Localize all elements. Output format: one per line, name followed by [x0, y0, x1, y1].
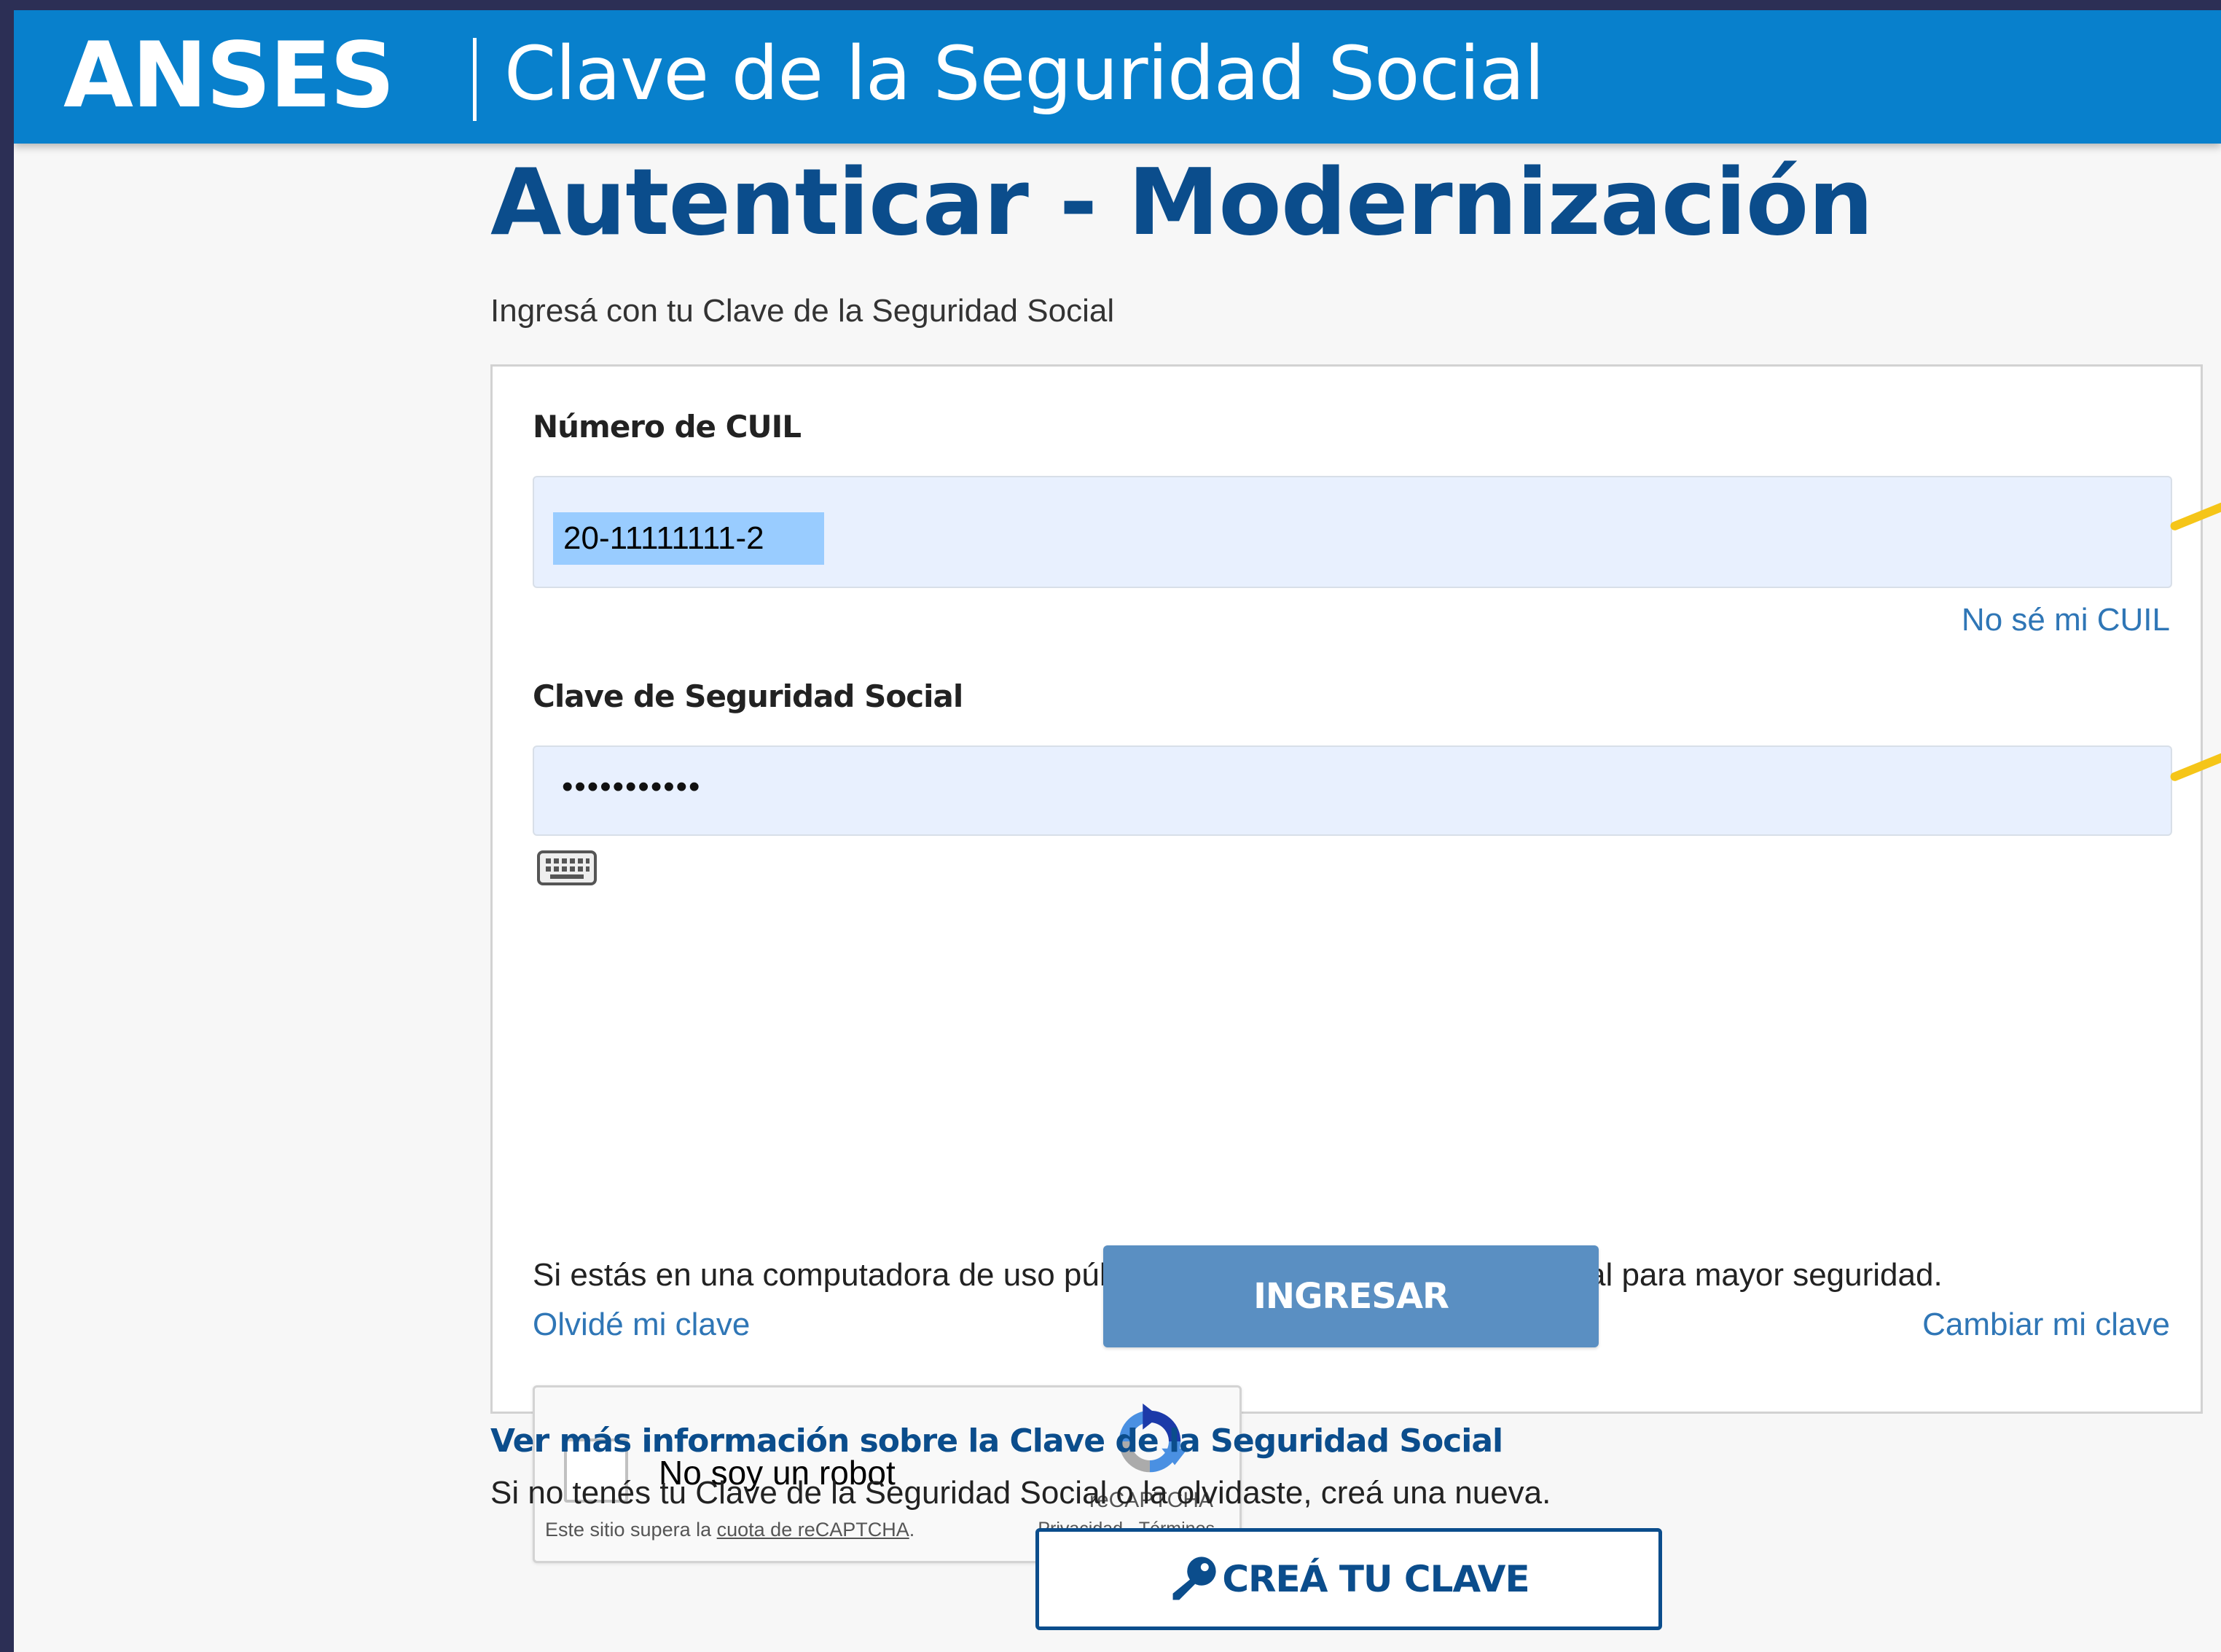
page-subtitle: Ingresá con tu Clave de la Seguridad Soc… [490, 293, 1115, 329]
browser-viewport: ANSES Clave de la Seguridad Social Auten… [14, 10, 2221, 1652]
password-label: Clave de Seguridad Social [533, 678, 963, 714]
cuil-label: Número de CUIL [533, 409, 802, 445]
more-info-text: Si no tenés tu Clave de la Seguridad Soc… [490, 1475, 1551, 1511]
key-icon [1172, 1557, 1216, 1600]
forgot-password-link[interactable]: Olvidé mi clave [533, 1307, 750, 1343]
ingresar-button[interactable]: INGRESAR [1103, 1245, 1599, 1347]
recaptcha-quota-link[interactable]: cuota de reCAPTCHA [717, 1519, 909, 1541]
create-password-button[interactable]: CREÁ TU CLAVE [1035, 1528, 1662, 1630]
password-input[interactable]: ••••••••••• [533, 745, 2172, 836]
create-password-label: CREÁ TU CLAVE [1222, 1558, 1529, 1600]
cuil-input[interactable]: 20-11111111-2 [533, 476, 2172, 588]
no-cuil-link[interactable]: No sé mi CUIL [1962, 602, 2170, 638]
app-title: Clave de la Seguridad Social [504, 31, 1545, 117]
recaptcha-quota-note: Este sitio supera la cuota de reCAPTCHA. [545, 1519, 914, 1541]
recaptcha-note-suffix: . [909, 1519, 915, 1541]
keyboard-icon[interactable] [537, 850, 597, 885]
recaptcha-note-prefix: Este sitio supera la [545, 1519, 717, 1541]
password-input-value: ••••••••••• [562, 769, 702, 805]
anses-logo[interactable]: ANSES [63, 31, 395, 121]
site-header: ANSES Clave de la Seguridad Social [14, 10, 2221, 144]
header-separator [473, 38, 477, 121]
cuil-input-value: 20-11111111-2 [553, 512, 824, 565]
change-password-link[interactable]: Cambiar mi clave [1922, 1307, 2170, 1343]
login-card: Número de CUIL 20-11111111-2 No sé mi CU… [490, 364, 2203, 1563]
page-title: Autenticar - Modernización [490, 149, 1873, 256]
more-info-link[interactable]: Ver más información sobre la Clave de la… [490, 1422, 1503, 1460]
